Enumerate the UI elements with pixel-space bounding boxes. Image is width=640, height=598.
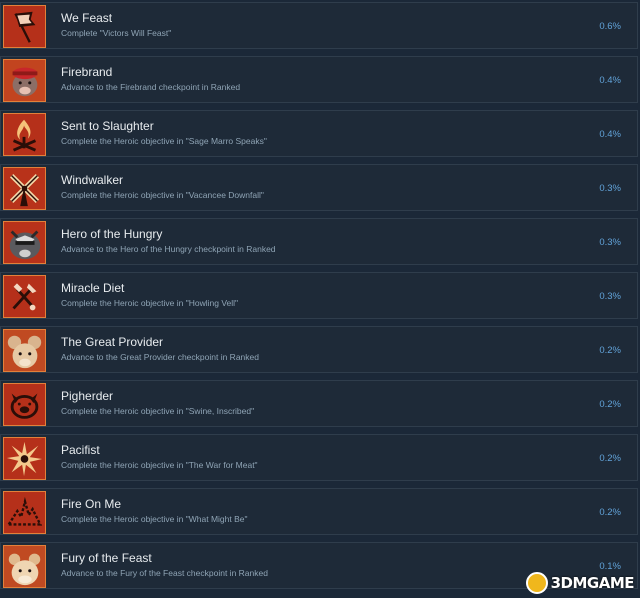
achievement-description: Advance to the Hero of the Hungry checkp… [61,244,276,254]
achievement-percent: 0.2% [599,399,621,410]
explosion-icon [3,437,46,480]
watermark-logo-icon [525,572,548,594]
achievement-row[interactable]: We Feast Complete "Victors Will Feast" 0… [0,2,638,49]
achievement-percent: 0.6% [599,21,621,32]
watermark: 3DMGAME [525,572,635,594]
rat-portrait-icon [3,59,46,102]
achievement-title: Firebrand [61,65,113,79]
achievement-percent: 0.2% [599,453,621,464]
mouse-portrait-icon [3,329,46,372]
achievement-description: Complete the Heroic objective in "Howlin… [61,298,239,308]
bonfire-icon [3,113,46,156]
achievement-description: Complete the Heroic objective in "Sage M… [61,136,267,146]
achievement-title: Hero of the Hungry [61,227,163,241]
achievement-row[interactable]: Sent to Slaughter Complete the Heroic ob… [0,110,638,157]
windmill-icon [3,167,46,210]
achievement-title: Fire On Me [61,497,122,511]
achievement-description: Complete the Heroic objective in "The Wa… [61,460,258,470]
achievement-title: Pigherder [61,389,114,403]
achievement-description: Advance to the Great Provider checkpoint… [61,352,259,362]
achievement-row[interactable]: Hero of the Hungry Advance to the Hero o… [0,218,638,265]
achievement-row[interactable]: Pacifist Complete the Heroic objective i… [0,434,638,481]
badger-portrait-icon [3,221,46,264]
achievement-description: Complete the Heroic objective in "What M… [61,514,248,524]
achievement-description: Complete "Victors Will Feast" [61,28,172,38]
achievement-percent: 0.4% [599,75,621,86]
achievement-row[interactable]: Firebrand Advance to the Firebrand check… [0,56,638,103]
achievement-percent: 0.4% [599,129,621,140]
pig-head-icon [3,383,46,426]
fire-outline-icon [3,491,46,534]
achievement-title: Miracle Diet [61,281,125,295]
achievement-title: Pacifist [61,443,100,457]
achievement-percent: 0.1% [599,561,621,572]
achievement-row[interactable]: The Great Provider Advance to the Great … [0,326,638,373]
watermark-text: 3DMGAME [550,574,635,592]
achievement-row[interactable]: Windwalker Complete the Heroic objective… [0,164,638,211]
achievement-percent: 0.3% [599,237,621,248]
banner-flag-icon [3,5,46,48]
achievement-row[interactable]: Miracle Diet Complete the Heroic objecti… [0,272,638,319]
achievement-description: Advance to the Firebrand checkpoint in R… [61,82,241,92]
achievement-description: Advance to the Fury of the Feast checkpo… [61,568,268,578]
achievement-title: Windwalker [61,173,124,187]
achievement-percent: 0.2% [599,507,621,518]
achievement-row[interactable]: Fire On Me Complete the Heroic objective… [0,488,638,535]
achievement-title: Fury of the Feast [61,551,152,565]
achievement-percent: 0.2% [599,345,621,356]
achievement-description: Complete the Heroic objective in "Swine,… [61,406,255,416]
hamster-portrait-icon [3,545,46,588]
tools-icon [3,275,46,318]
achievement-row[interactable]: Pigherder Complete the Heroic objective … [0,380,638,427]
achievement-percent: 0.3% [599,183,621,194]
achievement-description: Complete the Heroic objective in "Vacanc… [61,190,264,200]
achievement-title: We Feast [61,11,113,25]
achievement-title: The Great Provider [61,335,164,349]
achievement-title: Sent to Slaughter [61,119,154,133]
achievement-percent: 0.3% [599,291,621,302]
